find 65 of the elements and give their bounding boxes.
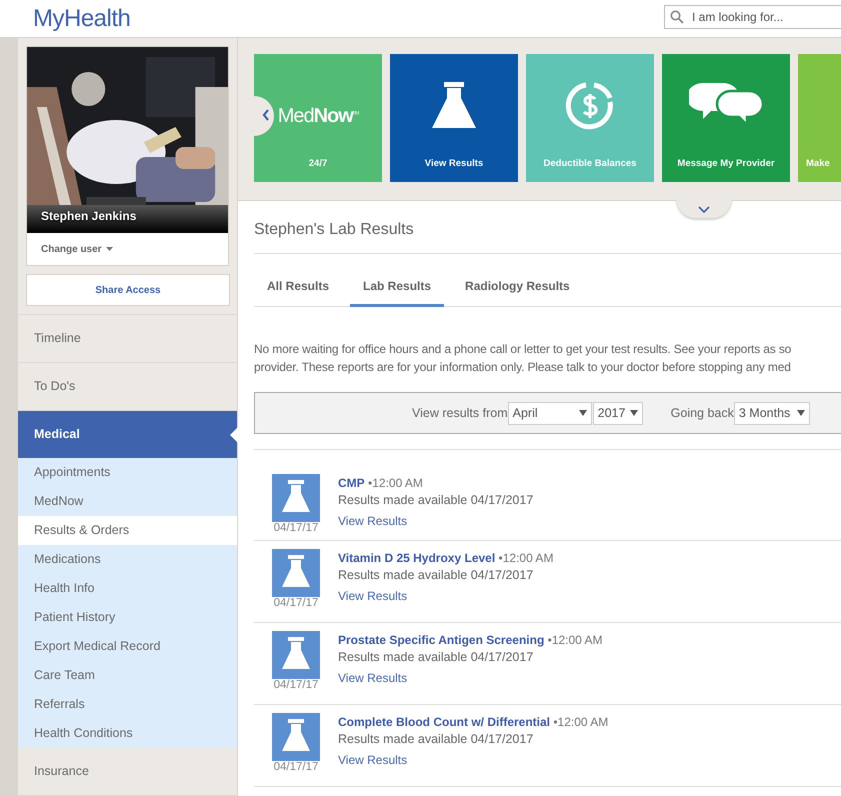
nav-item[interactable]: Timeline (18, 315, 237, 363)
nav-subitem[interactable]: Patient History (18, 603, 237, 632)
result-time: •12:00 AM (368, 476, 423, 490)
shortcut-tile[interactable]: View Results (390, 54, 518, 182)
nav-item[interactable]: Insurance (18, 748, 237, 796)
caret-icon (578, 410, 587, 416)
nav-subitem[interactable]: Export Medical Record (18, 632, 237, 661)
view-results-link[interactable]: View Results (338, 753, 408, 767)
caret-icon (796, 410, 805, 416)
nav-subitem[interactable]: Care Team (18, 661, 237, 690)
result-title[interactable]: CMP (338, 476, 365, 490)
result-subtitle: Results made available 04/17/2017 (338, 493, 534, 507)
share-access-button[interactable]: Share Access (26, 274, 230, 306)
filter-label: Going back (670, 406, 734, 420)
user-name: Stephen Jenkins (27, 205, 228, 233)
nav-subitem[interactable]: Results & Orders (18, 516, 237, 545)
intro-text: provider. These reports are for your information only. Please talk to your doctor before stopping any med (254, 359, 792, 376)
shortcut-tile[interactable]: Message My Provider (662, 54, 790, 182)
tab[interactable]: Radiology Results (452, 271, 583, 307)
intro-text: No more waiting for office hours and a phone call or letter to get your test results. See your reports as so (254, 341, 792, 358)
flask-icon (430, 82, 478, 130)
range-select[interactable]: 3 Months (734, 402, 810, 424)
result-date: 04/17/17 (274, 761, 318, 773)
result-time: •12:00 AM (548, 633, 603, 647)
filter-label: View results from (412, 406, 508, 420)
view-results-link[interactable]: View Results (338, 671, 408, 685)
view-results-link[interactable]: View Results (338, 589, 408, 603)
flask-icon (272, 474, 320, 522)
logo[interactable]: MyHealth (33, 4, 130, 32)
result-date: 04/17/17 (274, 679, 318, 691)
expand-button[interactable] (676, 198, 732, 218)
result-title[interactable]: Vitamin D 25 Hydroxy Level (338, 551, 496, 565)
flask-icon (272, 631, 320, 679)
nav-subitem[interactable]: Appointments (18, 458, 237, 487)
tab[interactable]: Lab Results (350, 271, 444, 307)
result-subtitle: Results made available 04/17/2017 (338, 650, 534, 664)
result-time: •12:00 AM (553, 715, 608, 729)
result-subtitle: Results made available 04/17/2017 (338, 732, 534, 746)
search-field[interactable]: I am looking for... (664, 5, 841, 29)
nav-subitem[interactable]: Medications (18, 545, 237, 574)
page-title: Stephen's Lab Results (254, 201, 841, 254)
year-select[interactable]: 2017 (592, 402, 643, 424)
chevron-left-icon (262, 108, 270, 120)
nav-subitem[interactable]: Health Conditions (18, 719, 237, 748)
result-title[interactable]: Complete Blood Count w/ Differential (338, 715, 550, 729)
tab[interactable]: All Results (254, 271, 342, 307)
nav-subitem[interactable]: Health Info (18, 574, 237, 603)
chevron-down-icon (698, 206, 710, 213)
result-subtitle: Results made available 04/17/2017 (338, 568, 534, 582)
nav-subitem[interactable]: MedNow (18, 487, 237, 516)
nav-subitem[interactable]: Referrals (18, 690, 237, 719)
month-select[interactable]: April (508, 402, 592, 424)
nav-item[interactable]: Medical (18, 411, 237, 458)
view-results-link[interactable]: View Results (338, 514, 408, 528)
flask-icon (272, 713, 320, 761)
caret-icon (630, 410, 638, 416)
result-date: 04/17/17 (274, 597, 318, 609)
mednow-logo: MedNow$^{SM}$ (278, 104, 358, 128)
caret-icon (106, 247, 113, 251)
result-date: 04/17/17 (274, 522, 318, 534)
flask-icon (272, 549, 320, 597)
result-title[interactable]: Prostate Specific Antigen Screening (338, 633, 544, 647)
search-icon (670, 10, 684, 24)
result-time: •12:00 AM (498, 551, 554, 565)
dollar-icon (566, 82, 614, 130)
